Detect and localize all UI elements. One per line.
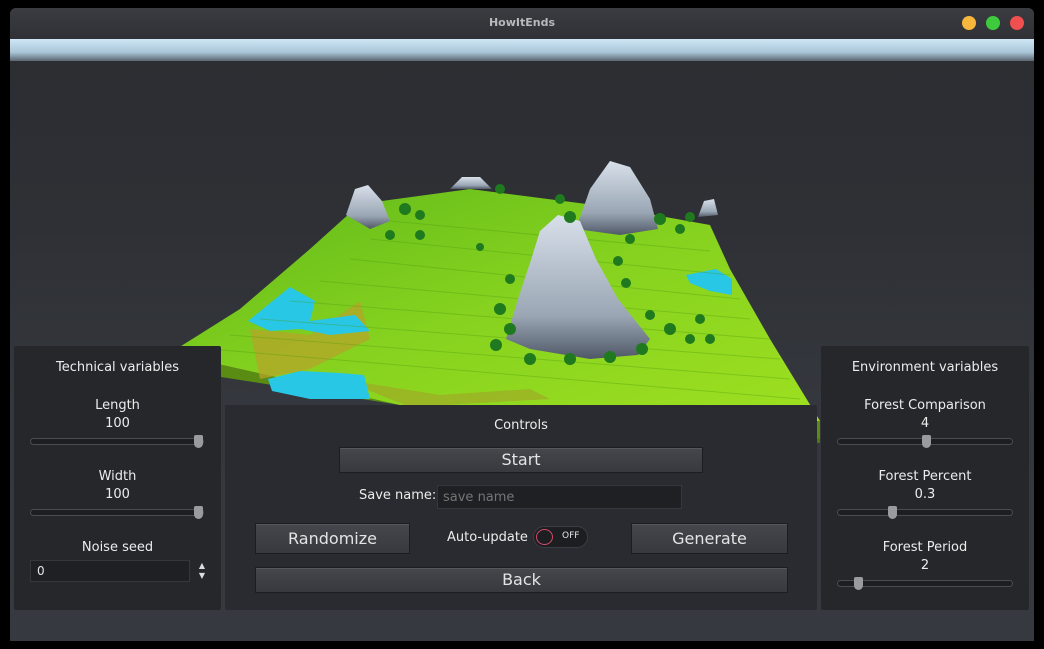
save-name-input[interactable]: [437, 485, 682, 509]
toggle-state: OFF: [562, 531, 580, 541]
forest-period-slider-thumb[interactable]: [854, 577, 863, 590]
forest-period-slider[interactable]: [837, 577, 1013, 590]
width-slider[interactable]: [30, 506, 204, 519]
generate-button-label: Generate: [672, 529, 747, 548]
start-button-label: Start: [501, 450, 541, 469]
app-window: HowItEnds Technical variables Length 100…: [10, 8, 1034, 641]
randomize-button[interactable]: Randomize: [255, 523, 410, 554]
randomize-button-label: Randomize: [288, 529, 377, 548]
noise-seed-input[interactable]: 0: [30, 560, 190, 582]
width-value: 100: [105, 487, 130, 502]
forest-percent-slider[interactable]: [837, 506, 1013, 519]
forest-period-value: 2: [920, 558, 930, 573]
auto-update-toggle[interactable]: OFF: [533, 526, 588, 548]
panel-title: Environment variables: [851, 360, 999, 375]
forest-percent-value: 0.3: [914, 487, 936, 502]
width-slider-thumb[interactable]: [194, 506, 203, 519]
length-slider-thumb[interactable]: [194, 435, 203, 448]
title-bar[interactable]: HowItEnds: [10, 8, 1034, 39]
forest-percent-slider-thumb[interactable]: [888, 506, 897, 519]
close-button[interactable]: [1010, 16, 1024, 30]
technical-variables-panel: Technical variables Length 100 Width 100…: [14, 346, 221, 610]
minimize-button[interactable]: [962, 16, 976, 30]
spinbox-arrows-icon[interactable]: ▲ ▼: [196, 561, 208, 581]
forest-comparison-slider[interactable]: [837, 435, 1013, 448]
width-label: Width: [98, 469, 137, 484]
back-button-label: Back: [502, 570, 541, 589]
forest-comparison-label: Forest Comparison: [864, 398, 986, 413]
length-label: Length: [95, 398, 140, 413]
noise-seed-label: Noise seed: [81, 540, 154, 555]
forest-comparison-value: 4: [920, 416, 930, 431]
save-name-label: Save name:: [359, 488, 437, 503]
environment-variables-panel: Environment variables Forest Comparison …: [821, 346, 1029, 610]
length-value: 100: [105, 416, 130, 431]
auto-update-label: Auto-update: [447, 530, 528, 545]
toggle-knob-icon: [536, 529, 553, 545]
back-button[interactable]: Back: [255, 567, 788, 593]
panel-title: Technical variables: [55, 360, 180, 375]
start-button[interactable]: Start: [339, 447, 703, 473]
length-slider[interactable]: [30, 435, 204, 448]
forest-period-label: Forest Period: [882, 540, 968, 555]
controls-panel: Controls Start Save name: Randomize Auto…: [225, 405, 817, 610]
forest-percent-label: Forest Percent: [878, 469, 972, 484]
window-title: HowItEnds: [488, 16, 556, 29]
maximize-button[interactable]: [986, 16, 1000, 30]
generate-button[interactable]: Generate: [631, 523, 788, 554]
forest-comparison-slider-thumb[interactable]: [922, 435, 931, 448]
panel-title: Controls: [494, 418, 548, 433]
